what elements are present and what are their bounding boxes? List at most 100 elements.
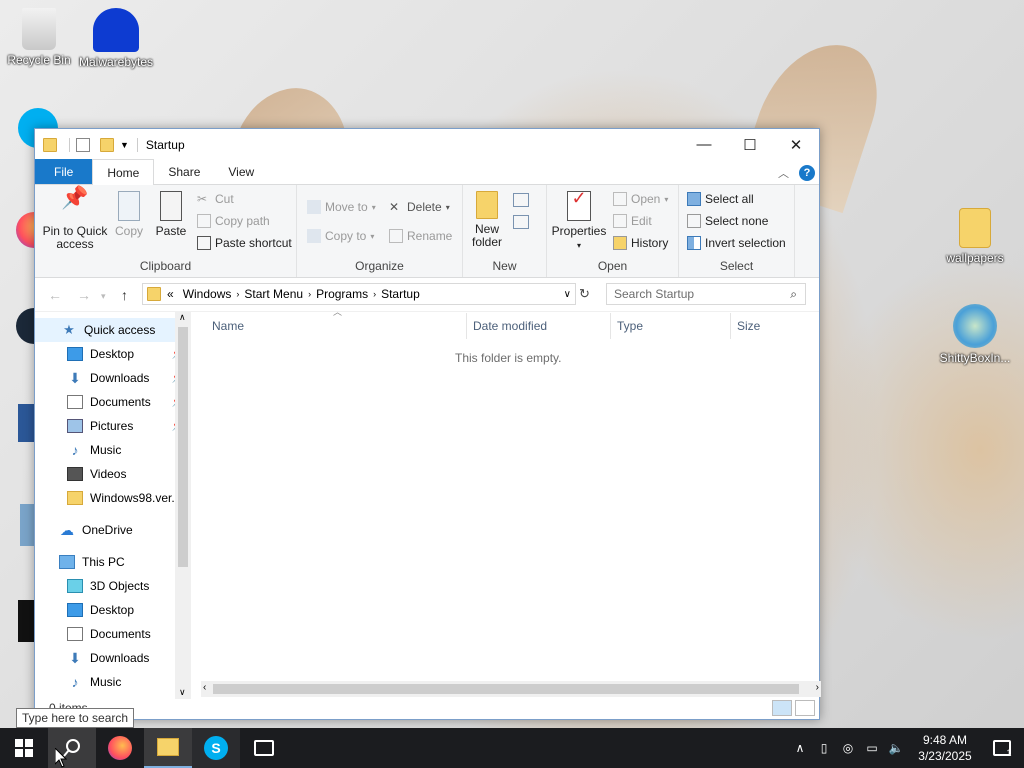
delete-button[interactable]: ✕ Delete ▾ xyxy=(389,200,450,214)
column-type[interactable]: Type xyxy=(617,319,643,333)
horizontal-scrollbar[interactable]: ‹ › xyxy=(201,681,821,697)
breadcrumb-startup[interactable]: Startup xyxy=(381,287,420,301)
breadcrumb-start-menu[interactable]: Start Menu xyxy=(244,287,303,301)
nav-item[interactable]: Desktop📌 xyxy=(35,342,190,366)
close-button[interactable]: ✕ xyxy=(773,129,819,160)
chevron-right-icon[interactable]: › xyxy=(373,289,376,299)
properties-button[interactable]: ✓ Properties ▾ xyxy=(551,189,607,252)
nav-item[interactable]: ★ Quick access xyxy=(35,318,190,342)
move-to-button[interactable]: Move to ▾ xyxy=(307,200,376,214)
nav-item[interactable]: Windows98.ver.4 xyxy=(35,486,190,510)
desktop-icon-wallpapers[interactable]: wallpapers xyxy=(937,208,1013,265)
refresh-button[interactable]: ↻ xyxy=(579,286,590,302)
paste-shortcut-button[interactable]: Paste shortcut xyxy=(197,236,292,250)
desktop-icon-shittybox[interactable]: ShittyBoxIn... xyxy=(937,304,1013,365)
search-icon: ⌕ xyxy=(790,286,797,301)
edit-button[interactable]: Edit xyxy=(613,214,652,228)
usb-icon[interactable]: ▯ xyxy=(812,741,836,755)
nav-item[interactable]: This PC xyxy=(35,550,190,574)
address-dropdown-icon[interactable]: ∨ xyxy=(564,289,571,300)
column-divider[interactable] xyxy=(610,313,611,339)
nav-item[interactable]: ⬇ Downloads xyxy=(35,646,190,670)
scroll-left-icon[interactable]: ‹ xyxy=(203,682,206,693)
easy-access-icon[interactable] xyxy=(513,215,529,229)
breadcrumb-programs[interactable]: Programs xyxy=(316,287,368,301)
history-button[interactable]: History xyxy=(613,236,668,250)
up-button[interactable]: ↑ xyxy=(121,287,128,303)
volume-muted-icon[interactable]: 🔈 xyxy=(884,741,908,755)
cut-button[interactable]: ✂ Cut xyxy=(197,192,234,206)
start-button[interactable] xyxy=(0,728,48,768)
task-view-button[interactable] xyxy=(240,728,288,768)
desktop-icon-recycle-bin[interactable]: Recycle Bin xyxy=(1,8,77,67)
forward-button[interactable]: → xyxy=(77,287,91,303)
paste-button[interactable]: Paste xyxy=(153,191,189,238)
nav-item[interactable]: Documents📌 xyxy=(35,390,190,414)
file-list[interactable]: ︿ Name Date modified Type Size This fold… xyxy=(191,307,819,701)
new-item-icon[interactable] xyxy=(513,193,529,207)
nav-item[interactable]: ♪ Music xyxy=(35,670,190,694)
copy-path-button[interactable]: Copy path xyxy=(197,214,270,228)
chevron-down-icon[interactable]: ▼ xyxy=(120,140,129,150)
nav-item[interactable]: ♪ Music xyxy=(35,438,190,462)
column-divider[interactable] xyxy=(466,313,467,339)
chevron-right-icon[interactable]: › xyxy=(308,289,311,299)
nav-item[interactable]: 3D Objects xyxy=(35,574,190,598)
nav-item[interactable]: ⬇Downloads📌 xyxy=(35,366,190,390)
copy-button[interactable]: Copy xyxy=(111,191,147,238)
title-bar[interactable]: ▼ Startup — ☐ ✕ xyxy=(35,129,819,160)
maximize-button[interactable]: ☐ xyxy=(727,129,773,160)
help-icon[interactable]: ? xyxy=(799,165,815,181)
collapse-ribbon-icon[interactable]: ︿ xyxy=(778,165,789,181)
new-folder-icon[interactable] xyxy=(100,137,114,152)
copy-to-button[interactable]: Copy to ▾ xyxy=(307,229,374,243)
show-hidden-icons-icon[interactable]: ∧ xyxy=(788,741,812,755)
clock[interactable]: 9:48 AM 3/23/2025 xyxy=(908,732,982,764)
minimize-button[interactable]: — xyxy=(681,129,727,160)
scroll-right-icon[interactable]: › xyxy=(816,682,819,693)
scroll-up-icon[interactable]: ∧ xyxy=(179,312,186,323)
column-date-modified[interactable]: Date modified xyxy=(473,319,547,333)
breadcrumb-overflow[interactable]: « xyxy=(167,287,174,301)
network-icon[interactable]: ▭ xyxy=(860,741,884,755)
rename-button[interactable]: Rename xyxy=(389,229,452,243)
recent-locations-icon[interactable]: ▾ xyxy=(101,291,106,302)
group-label: Open xyxy=(597,259,628,273)
desktop-icon-malwarebytes[interactable]: Malwarebytes xyxy=(78,8,154,69)
scroll-thumb[interactable] xyxy=(178,327,188,567)
nav-item[interactable]: ☁ OneDrive xyxy=(35,518,190,542)
search-input[interactable]: Search Startup ⌕ xyxy=(606,283,806,305)
select-none-button[interactable]: Select none xyxy=(687,214,768,228)
nav-scrollbar[interactable]: ∧ ∨ xyxy=(175,311,191,699)
file-explorer-button[interactable] xyxy=(144,728,192,768)
tab-file[interactable]: File xyxy=(35,159,93,184)
column-name[interactable]: Name xyxy=(212,319,244,333)
large-icons-view-button[interactable] xyxy=(795,700,815,716)
firefox-button[interactable] xyxy=(96,728,144,768)
webcam-icon[interactable]: ◎ xyxy=(836,741,860,755)
skype-button[interactable]: S xyxy=(192,728,240,768)
address-bar[interactable]: « Windows › Start Menu › Programs › Star… xyxy=(142,283,576,305)
new-folder-button[interactable]: New folder xyxy=(469,191,505,249)
tab-view[interactable]: View xyxy=(214,159,268,184)
select-all-button[interactable]: Select all xyxy=(687,192,754,206)
tab-share[interactable]: Share xyxy=(154,159,214,184)
tab-home[interactable]: Home xyxy=(92,159,155,185)
back-button[interactable]: ← xyxy=(48,287,62,303)
nav-item[interactable]: Desktop xyxy=(35,598,190,622)
invert-selection-button[interactable]: Invert selection xyxy=(687,236,786,250)
properties-icon[interactable] xyxy=(76,137,90,152)
column-divider[interactable] xyxy=(730,313,731,339)
open-button[interactable]: Open ▾ xyxy=(613,192,668,206)
column-size[interactable]: Size xyxy=(737,319,760,333)
notifications-button[interactable]: 1 xyxy=(982,738,1024,758)
pin-quick-access-button[interactable]: 📌 Pin to Quick access xyxy=(40,187,110,251)
scroll-thumb[interactable] xyxy=(213,684,799,694)
details-view-button[interactable] xyxy=(772,700,792,716)
breadcrumb-windows[interactable]: Windows xyxy=(183,287,232,301)
nav-item-label: Windows98.ver.4 xyxy=(90,491,182,505)
nav-item[interactable]: Videos xyxy=(35,462,190,486)
chevron-right-icon[interactable]: › xyxy=(236,289,239,299)
nav-item[interactable]: Pictures📌 xyxy=(35,414,190,438)
nav-item[interactable]: Documents xyxy=(35,622,190,646)
